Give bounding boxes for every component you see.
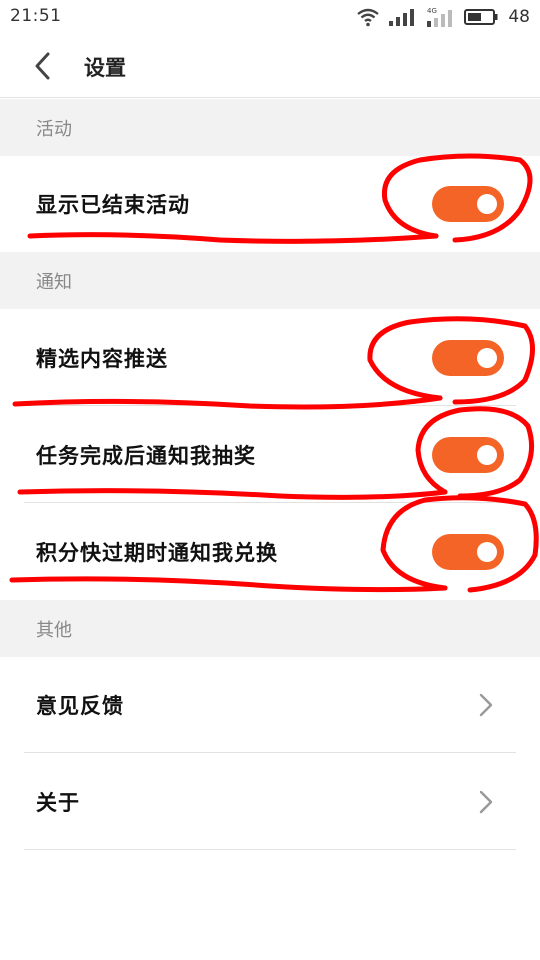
section-header-notifications: 通知: [0, 252, 540, 309]
chevron-left-icon: [35, 52, 50, 80]
status-icons: 4G 48: [356, 5, 530, 29]
section-title-other: 其他: [36, 619, 72, 641]
network-type-label: 4G: [427, 7, 437, 15]
battery-icon: [464, 9, 498, 25]
wifi-icon: [357, 8, 380, 27]
points-expiry-notice-toggle[interactable]: [432, 533, 504, 570]
status-time: 21:51: [10, 6, 62, 26]
toggle-knob: [477, 541, 497, 562]
menu-item-feedback[interactable]: 意见反馈: [0, 657, 540, 753]
section-title-activity: 活动: [36, 118, 72, 140]
setting-label: 积分快过期时通知我兑换: [36, 540, 278, 565]
signal-icon: [389, 9, 415, 26]
section-header-activity: 活动: [0, 99, 540, 156]
task-lottery-notice-toggle[interactable]: [432, 436, 504, 473]
setting-row-points-expiry-notice: 积分快过期时通知我兑换: [0, 503, 540, 600]
menu-item-about[interactable]: 关于: [0, 753, 540, 850]
show-ended-activities-toggle[interactable]: [432, 186, 504, 222]
divider: [24, 849, 516, 850]
section-title-notifications: 通知: [36, 271, 72, 293]
toggle-knob: [477, 444, 497, 465]
setting-label: 精选内容推送: [36, 346, 168, 371]
section-header-other: 其他: [0, 600, 540, 657]
status-bar: 21:51 4G 48: [0, 0, 540, 34]
setting-row-show-ended-activities: 显示已结束活动: [0, 156, 540, 252]
featured-push-toggle[interactable]: [432, 339, 504, 376]
chevron-right-icon: [479, 790, 493, 813]
setting-label: 任务完成后通知我抽奖: [36, 443, 256, 468]
setting-row-featured-push: 精选内容推送: [0, 309, 540, 406]
menu-item-label: 意见反馈: [36, 694, 124, 718]
back-button[interactable]: [22, 46, 62, 86]
signal-4g-icon: 4G: [427, 7, 453, 27]
menu-item-label: 关于: [36, 790, 80, 815]
page-title: 设置: [84, 56, 126, 80]
app-header: 设置: [0, 34, 540, 98]
toggle-knob: [477, 347, 497, 368]
setting-label: 显示已结束活动: [36, 193, 190, 217]
setting-row-task-lottery-notice: 任务完成后通知我抽奖: [0, 406, 540, 503]
battery-level: 48: [508, 7, 530, 27]
toggle-knob: [477, 194, 497, 214]
chevron-right-icon: [479, 693, 493, 717]
